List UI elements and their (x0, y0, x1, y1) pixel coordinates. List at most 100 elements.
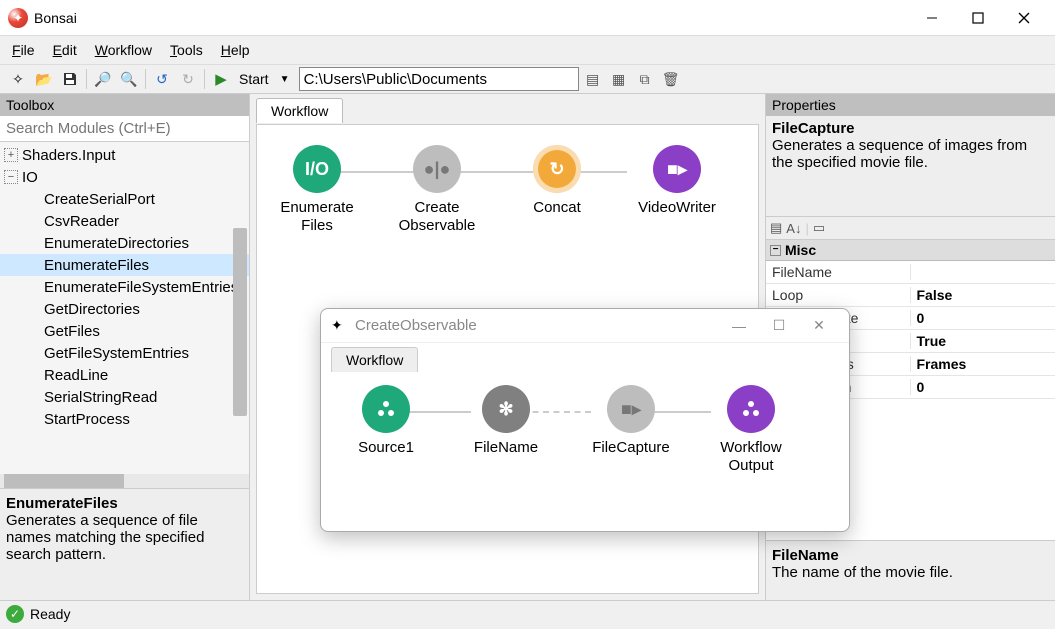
desc-title: EnumerateFiles (6, 495, 243, 512)
tree-item[interactable]: CsvReader (0, 210, 249, 232)
tree-item[interactable]: SerialStringRead (0, 386, 249, 408)
zoom-out-icon[interactable]: 🔍 (117, 67, 141, 91)
start-label: Start (239, 71, 269, 87)
tree-item[interactable]: CreateSerialPort (0, 188, 249, 210)
open-icon[interactable]: 📂 (32, 67, 56, 91)
toolbox-header: Toolbox (0, 94, 249, 116)
prop-desc-text: Generates a sequence of images from the … (772, 137, 1049, 171)
undo-icon[interactable]: ↺ (150, 67, 174, 91)
property-row[interactable]: LoopFalse (766, 284, 1055, 307)
window-title: Bonsai (34, 10, 77, 26)
tree-item[interactable]: GetFiles (0, 320, 249, 342)
save-icon[interactable] (58, 67, 82, 91)
vertical-scrollbar[interactable] (233, 228, 247, 416)
node-concat[interactable]: ↻ Concat (507, 145, 607, 217)
node-enumerate-files[interactable]: I/O Enumerate Files (267, 145, 367, 235)
horizontal-scrollbar[interactable] (0, 474, 249, 488)
tree-item[interactable]: GetFileSystemEntries (0, 342, 249, 364)
app-icon: ✦ (331, 317, 349, 335)
tab-workflow[interactable]: Workflow (256, 98, 343, 123)
node-create-observable[interactable]: ●|● Create Observable (387, 145, 487, 235)
node-label: Enumerate Files (267, 199, 367, 235)
tree-item[interactable]: StartProcess (0, 408, 249, 430)
toolbox-panel: Toolbox + Shaders.Input − IO CreateSeria… (0, 94, 250, 600)
io-icon: I/O (293, 145, 341, 193)
property-row[interactable]: FileName (766, 261, 1055, 284)
menu-file[interactable]: File (12, 42, 35, 58)
desc-text: Generates a sequence of file names match… (6, 512, 243, 563)
footer-text: The name of the movie file. (772, 564, 1049, 581)
maximize-button[interactable] (955, 0, 1001, 36)
subwin-tab-workflow[interactable]: Workflow (331, 347, 418, 372)
group-icon[interactable]: ⧉ (633, 67, 657, 91)
minimize-button[interactable] (909, 0, 955, 36)
zoom-in-icon[interactable]: 🔎 (91, 67, 115, 91)
node-source1[interactable]: Source1 (341, 385, 431, 457)
tree-item[interactable]: ReadLine (0, 364, 249, 386)
subwin-close-button[interactable]: ✕ (799, 317, 839, 334)
node-label: FileName (461, 439, 551, 457)
alphabetical-icon[interactable]: A↓ (786, 221, 801, 236)
subwin-titlebar[interactable]: ✦ CreateObservable — ☐ ✕ (321, 309, 849, 343)
properties-footer: FileName The name of the movie file. (766, 540, 1055, 600)
status-ok-icon: ✓ (6, 605, 24, 623)
footer-title: FileName (772, 547, 1049, 564)
properties-description: FileCapture Generates a sequence of imag… (766, 116, 1055, 216)
tree-item-selected[interactable]: EnumerateFiles (0, 254, 249, 276)
close-button[interactable] (1001, 0, 1047, 36)
subwin-canvas[interactable]: Source1 ✻ FileName ■▸ FileCapture Workfl… (331, 375, 839, 521)
output-icon (727, 385, 775, 433)
tree-item[interactable]: EnumerateDirectories (0, 232, 249, 254)
start-dropdown-icon[interactable]: ▼ (273, 67, 297, 91)
tree-item-io[interactable]: − IO (0, 166, 249, 188)
tree-item[interactable]: EnumerateFileSystemEntries (0, 276, 249, 298)
delete-icon[interactable]: 🗑 (659, 67, 683, 91)
node-filename[interactable]: ✻ FileName (461, 385, 551, 457)
app-icon: ✦ (8, 8, 28, 28)
node-label: Source1 (341, 439, 431, 457)
menu-workflow[interactable]: Workflow (95, 42, 152, 58)
run-icon[interactable]: ▶ (209, 67, 233, 91)
title-bar: ✦ Bonsai (0, 0, 1055, 36)
tree-item-shaders[interactable]: + Shaders.Input (0, 144, 249, 166)
browse-icon[interactable]: ▤ (581, 67, 605, 91)
toolbar: ✧ 📂 🔎 🔍 ↺ ↻ ▶ Start ▼ ▤ ▦ ⧉ 🗑 (0, 64, 1055, 94)
expand-icon[interactable]: + (4, 148, 18, 162)
node-label: FileCapture (581, 439, 681, 457)
subwin-title: CreateObservable (355, 317, 477, 334)
status-bar: ✓ Ready (0, 601, 1055, 627)
menu-edit[interactable]: Edit (53, 42, 77, 58)
properties-toolbar: ▤ A↓ | ▭ (766, 216, 1055, 240)
node-label: VideoWriter (627, 199, 727, 217)
tree-item[interactable]: GetDirectories (0, 298, 249, 320)
node-filecapture[interactable]: ■▸ FileCapture (581, 385, 681, 457)
search-input[interactable] (0, 116, 249, 142)
gear-icon: ✻ (482, 385, 530, 433)
menu-help[interactable]: Help (221, 42, 250, 58)
node-label: Create Observable (387, 199, 487, 235)
node-label: Workflow Output (701, 439, 801, 475)
path-input[interactable] (299, 67, 579, 91)
observable-icon: ●|● (413, 145, 461, 193)
new-icon[interactable]: ✧ (6, 67, 30, 91)
sub-window[interactable]: ✦ CreateObservable — ☐ ✕ Workflow Source… (320, 308, 850, 532)
node-workflow-output[interactable]: Workflow Output (701, 385, 801, 475)
menu-tools[interactable]: Tools (170, 42, 203, 58)
prop-title: FileCapture (772, 120, 1049, 137)
camera-icon: ■▸ (607, 385, 655, 433)
subwin-maximize-button[interactable]: ☐ (759, 317, 799, 334)
collapse-icon[interactable]: − (770, 245, 781, 256)
concat-icon: ↻ (533, 145, 581, 193)
property-pages-icon[interactable]: ▭ (813, 220, 825, 236)
collapse-icon[interactable]: − (4, 170, 18, 184)
layout-icon[interactable]: ▦ (607, 67, 631, 91)
categorized-icon[interactable]: ▤ (770, 220, 782, 236)
subwin-minimize-button[interactable]: — (719, 318, 759, 334)
module-tree[interactable]: + Shaders.Input − IO CreateSerialPort Cs… (0, 142, 249, 474)
toolbox-description: EnumerateFiles Generates a sequence of f… (0, 488, 249, 600)
video-icon: ■▸ (653, 145, 701, 193)
redo-icon[interactable]: ↻ (176, 67, 200, 91)
properties-header: Properties (766, 94, 1055, 116)
node-video-writer[interactable]: ■▸ VideoWriter (627, 145, 727, 217)
category-misc[interactable]: − Misc (766, 240, 1055, 261)
